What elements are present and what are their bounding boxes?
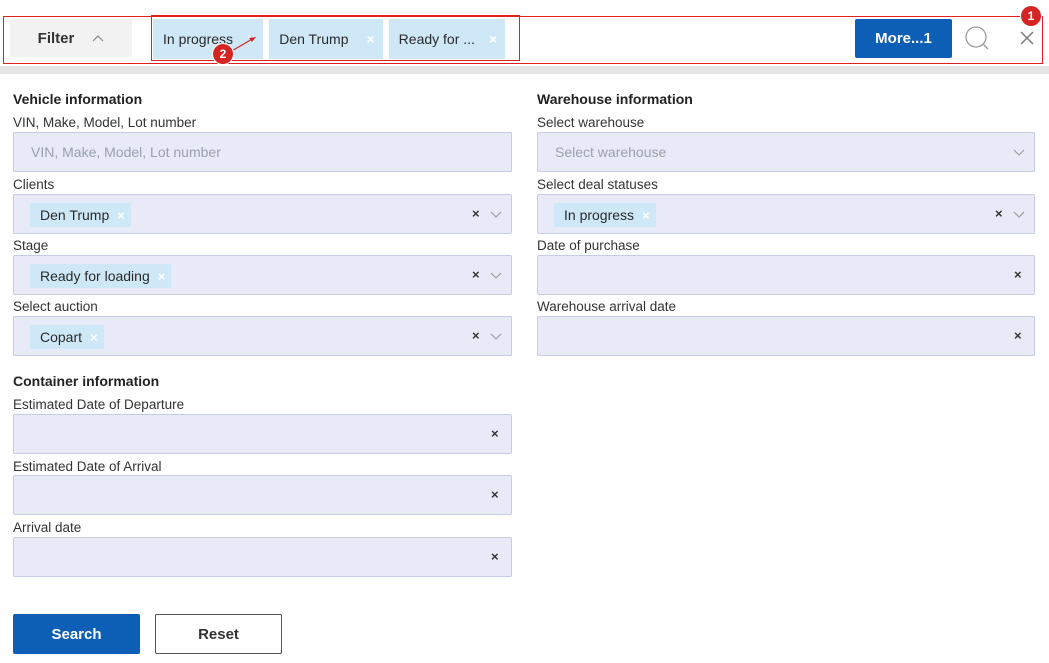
- auction-tag: Copart ×: [30, 325, 104, 349]
- deal-statuses-label: Select deal statuses: [537, 177, 658, 192]
- filter-bar: Filter In progress × Den Trump × Ready f…: [0, 0, 1049, 68]
- warehouse-label: Select warehouse: [537, 115, 645, 130]
- filter-label: Filter: [37, 29, 75, 47]
- etd-input[interactable]: ×: [13, 414, 512, 454]
- reset-button[interactable]: Reset: [155, 614, 282, 654]
- close-icon[interactable]: ×: [158, 269, 166, 284]
- eta-input[interactable]: ×: [13, 475, 512, 515]
- warehouse-section-title: Warehouse information: [537, 91, 693, 107]
- clear-icon[interactable]: ×: [1014, 328, 1022, 343]
- filter-chip-ready-for[interactable]: Ready for ... ×: [388, 19, 506, 59]
- deal-statuses-select[interactable]: In progress × ×: [537, 194, 1035, 234]
- chevron-down-icon[interactable]: [490, 333, 502, 341]
- etd-label: Estimated Date of Departure: [13, 397, 185, 412]
- arrival-date-label: Arrival date: [13, 520, 82, 535]
- warehouse-arrival-label: Warehouse arrival date: [537, 299, 677, 314]
- clients-label: Clients: [13, 177, 55, 192]
- tag-label: Den Trump: [40, 207, 110, 223]
- chevron-down-icon[interactable]: [1013, 211, 1025, 219]
- warehouse-arrival-input[interactable]: ×: [537, 316, 1035, 356]
- tag-label: In progress: [564, 207, 635, 223]
- active-filter-chips: In progress × Den Trump × Ready for ... …: [153, 19, 506, 59]
- stage-label: Stage: [13, 238, 49, 253]
- close-icon[interactable]: ×: [489, 32, 497, 46]
- clear-icon[interactable]: ×: [491, 549, 499, 564]
- auction-label: Select auction: [13, 299, 98, 314]
- close-icon[interactable]: ×: [366, 32, 374, 46]
- clear-icon[interactable]: ×: [1014, 267, 1022, 282]
- more-filters-button[interactable]: More...1: [855, 19, 952, 58]
- chip-label: Den Trump: [279, 31, 349, 47]
- stage-select[interactable]: Ready for loading × ×: [13, 255, 512, 295]
- chevron-down-icon[interactable]: [1013, 149, 1025, 157]
- annotation-badge-2: 2: [213, 44, 233, 64]
- tag-label: Copart: [40, 329, 83, 345]
- warehouse-placeholder: Select warehouse: [555, 144, 667, 160]
- auction-select[interactable]: Copart × ×: [13, 316, 512, 356]
- filter-bar-divider: [0, 66, 1049, 74]
- purchase-date-label: Date of purchase: [537, 238, 640, 253]
- close-icon[interactable]: [1018, 29, 1036, 47]
- vin-label: VIN, Make, Model, Lot number: [13, 115, 197, 130]
- container-section-title: Container information: [13, 373, 160, 389]
- warehouse-select[interactable]: Select warehouse: [537, 132, 1035, 172]
- vin-placeholder: VIN, Make, Model, Lot number: [31, 144, 221, 160]
- vin-search-input[interactable]: VIN, Make, Model, Lot number: [13, 132, 512, 172]
- filter-toggle-button[interactable]: Filter: [10, 19, 132, 57]
- stage-tag: Ready for loading ×: [30, 264, 172, 288]
- clients-select[interactable]: Den Trump × ×: [13, 194, 512, 234]
- clear-icon[interactable]: ×: [995, 206, 1003, 221]
- chevron-down-icon[interactable]: [490, 211, 502, 219]
- chevron-down-icon[interactable]: [490, 272, 502, 280]
- close-icon[interactable]: ×: [642, 208, 650, 223]
- eta-label: Estimated Date of Arrival: [13, 459, 162, 474]
- annotation-badge-1: 1: [1021, 6, 1041, 26]
- search-button[interactable]: Search: [13, 614, 140, 654]
- clear-icon[interactable]: ×: [491, 426, 499, 441]
- purchase-date-input[interactable]: ×: [537, 255, 1035, 295]
- filter-chip-den-trump[interactable]: Den Trump ×: [269, 19, 383, 59]
- chip-label: Ready for ...: [398, 31, 475, 47]
- clear-icon[interactable]: ×: [472, 267, 480, 282]
- chevron-up-icon: [92, 35, 104, 42]
- clear-icon[interactable]: ×: [472, 328, 480, 343]
- close-icon[interactable]: ×: [117, 208, 125, 223]
- clear-icon[interactable]: ×: [472, 206, 480, 221]
- search-icon[interactable]: [964, 25, 990, 51]
- tag-label: Ready for loading: [40, 268, 150, 284]
- clients-tag: Den Trump ×: [30, 203, 131, 227]
- deal-status-tag: In progress ×: [554, 203, 656, 227]
- clear-icon[interactable]: ×: [491, 487, 499, 502]
- vehicle-section-title: Vehicle information: [13, 91, 143, 107]
- arrival-date-input[interactable]: ×: [13, 537, 512, 577]
- close-icon[interactable]: ×: [90, 330, 98, 345]
